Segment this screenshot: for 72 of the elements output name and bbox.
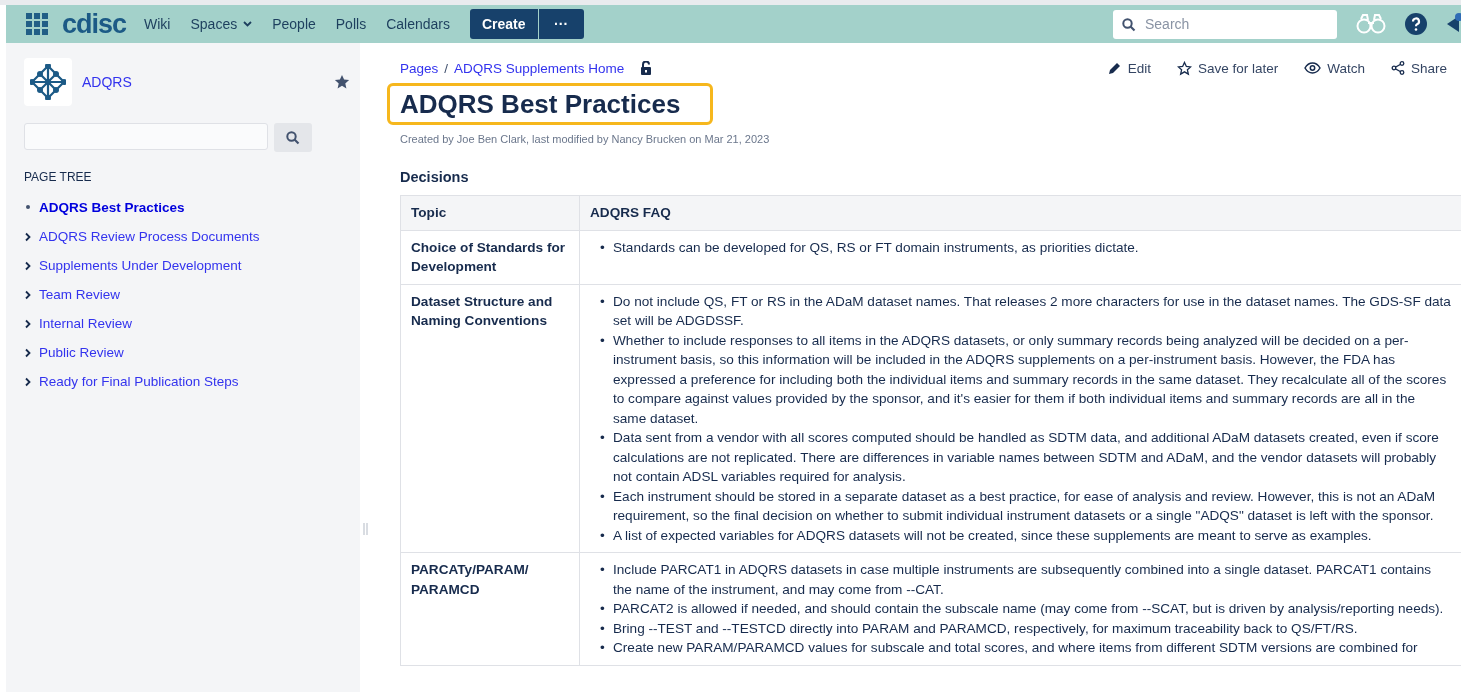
list-item: Bring --TEST and --TESTCD directly into PARAM and PARAMCD, respectively, for maximum traceability back to QS/FT/RS. — [613, 619, 1358, 638]
page-action-button[interactable]: Edit — [1107, 60, 1151, 76]
breadcrumb-link[interactable]: Pages — [400, 60, 439, 76]
list-item: Each instrument should be stored in a separate dataset as a best practice, for ease of analysis and review. However, this is not an ADaM requirement, so the final decision on whether to submit individual instrument datasets or a single "ADQS" dataset is left with the sponsor. — [613, 487, 1437, 525]
page-tree-heading: PAGE TREE — [24, 170, 93, 184]
page-tree-link[interactable]: Internal Review — [39, 316, 133, 331]
page-action-button[interactable]: Share — [1390, 60, 1447, 76]
chevron-right-icon[interactable] — [24, 231, 32, 242]
nav-link[interactable]: Wiki — [134, 10, 181, 38]
list-item: Standards can be developed for QS, RS or FT domain instruments, as priorities dictate. — [613, 238, 1139, 257]
bullet-marker: • — [600, 487, 606, 506]
search-field[interactable]: Search — [1113, 9, 1337, 39]
page-title: ADQRS Best Practices — [400, 88, 681, 120]
star-icon — [1176, 60, 1192, 76]
eye-icon — [1304, 62, 1322, 74]
bullet-marker: • — [600, 561, 606, 579]
bullet-marker: • — [600, 238, 606, 257]
list-item: Create new PARAM/PARAMCD values for subscale and total scores, and where items from different SDTM versions are combined for — [613, 639, 1418, 657]
page-tree-link[interactable]: Team Review — [39, 287, 121, 302]
share-icon — [1390, 61, 1405, 75]
table-cell: Choice of Standards for Development — [400, 230, 580, 284]
page-tree-link[interactable]: Ready for Final Publication Steps — [39, 374, 239, 389]
bullet-marker: • — [600, 619, 606, 638]
chevron-right-icon[interactable] — [24, 318, 32, 329]
logo[interactable]: cdisc — [62, 10, 127, 38]
bullet-marker: • — [600, 292, 606, 311]
search-field[interactable] — [24, 123, 268, 150]
bullet-marker: • — [600, 600, 606, 618]
list-item: Data sent from a vendor with all scores computed should be handled as SDTM data, and additional ADaM datasets created, even if score calculations are not replicated. There are differences in variable names between SDTM and ADaM, and the vendor datasets will probably not contain ADSL variables required for analysis. — [613, 429, 1440, 486]
list-item: Do not include QS, FT or RS in the ADaM dataset names. That releases 2 more characters for use in the dataset names. The GDS-SF data set will be ADGDSSF. — [613, 292, 1451, 330]
bullet-marker: • — [600, 429, 606, 447]
nav-link[interactable]: Polls — [325, 10, 377, 38]
space-name-link[interactable]: ADQRS — [82, 74, 334, 90]
page-tree-link[interactable]: ADQRS Best Practices — [39, 200, 185, 215]
help-icon[interactable] — [1405, 13, 1427, 35]
bullet-marker: • — [600, 331, 606, 350]
list-item: Include PARCAT1 in ADQRS datasets in case multiple instruments are subsequently combined into a single dataset. PARCAT1 contains the name of the instrument, and may come from --CAT. — [613, 561, 1433, 599]
chevron-right-icon[interactable] — [24, 289, 32, 300]
list-item: Whether to include responses to all items in the ADQRS datasets, or only summary records being analyzed will be decided on a per-instrument basis, so this information will be included in the ADQRS supplements on a per-instrument basis. However, the FDA has expressed a preference for including both the individual items and summary records in the same dataset. They recalculate all of the scores to compare against values provided by the sponsor, and it's easier for them if both individual items and summary records are all in the same dataset. — [613, 331, 1448, 428]
chevron-right-icon[interactable] — [24, 347, 32, 358]
chevron-right-icon[interactable] — [24, 260, 32, 271]
breadcrumb-separator: / — [444, 60, 449, 76]
bullet-marker: • — [600, 526, 606, 545]
create-button[interactable]: Create — [469, 9, 538, 39]
chevron-right-icon[interactable] — [24, 376, 32, 387]
page-tree-link[interactable]: ADQRS Review Process Documents — [39, 229, 260, 244]
app-switcher-icon[interactable] — [26, 13, 48, 35]
nav-link[interactable]: Spaces — [180, 10, 263, 38]
breadcrumb-link[interactable]: ADQRS Supplements Home — [454, 60, 625, 76]
space-logo-icon[interactable] — [24, 58, 72, 106]
column-header: ADQRS FAQ — [579, 195, 1461, 230]
page-byline: Created by Joe Ben Clark, last modified by Nancy Brucken on Mar 21, 2023 — [400, 133, 771, 145]
page-tree-link[interactable]: Supplements Under Development — [39, 258, 242, 273]
column-header: Topic — [400, 195, 580, 230]
list-item: PARCAT2 is allowed if needed, and should contain the subscale name (may come from --SCAT, but is driven by analysis/reporting needs). — [613, 600, 1444, 618]
pencil-icon — [1107, 61, 1122, 75]
table-cell: PARCATy/PARAM/ PARAMCD — [400, 552, 580, 665]
page-action-button[interactable]: Save for later — [1176, 60, 1279, 76]
list-item: A list of expected variables for ADQRS datasets will not be created, since these supplements are meant to serve as examples. — [613, 526, 1372, 545]
page-tree-link[interactable]: Public Review — [39, 345, 124, 360]
table-cell: Dataset Structure and Naming Conventions — [400, 284, 580, 553]
star-icon[interactable] — [334, 74, 350, 90]
page-action-button[interactable]: Watch — [1304, 60, 1365, 76]
search-icon — [286, 130, 300, 145]
unlocked-padlock-icon[interactable] — [640, 61, 653, 75]
search-button[interactable] — [274, 123, 312, 152]
bullet-marker: • — [600, 639, 606, 657]
nav-link[interactable]: Calendars — [376, 10, 460, 38]
nav-link[interactable]: People — [262, 10, 326, 38]
more-button[interactable]: ··· — [538, 9, 584, 39]
resize-handle-icon[interactable] — [363, 523, 368, 535]
section-heading: Decisions — [400, 169, 470, 185]
